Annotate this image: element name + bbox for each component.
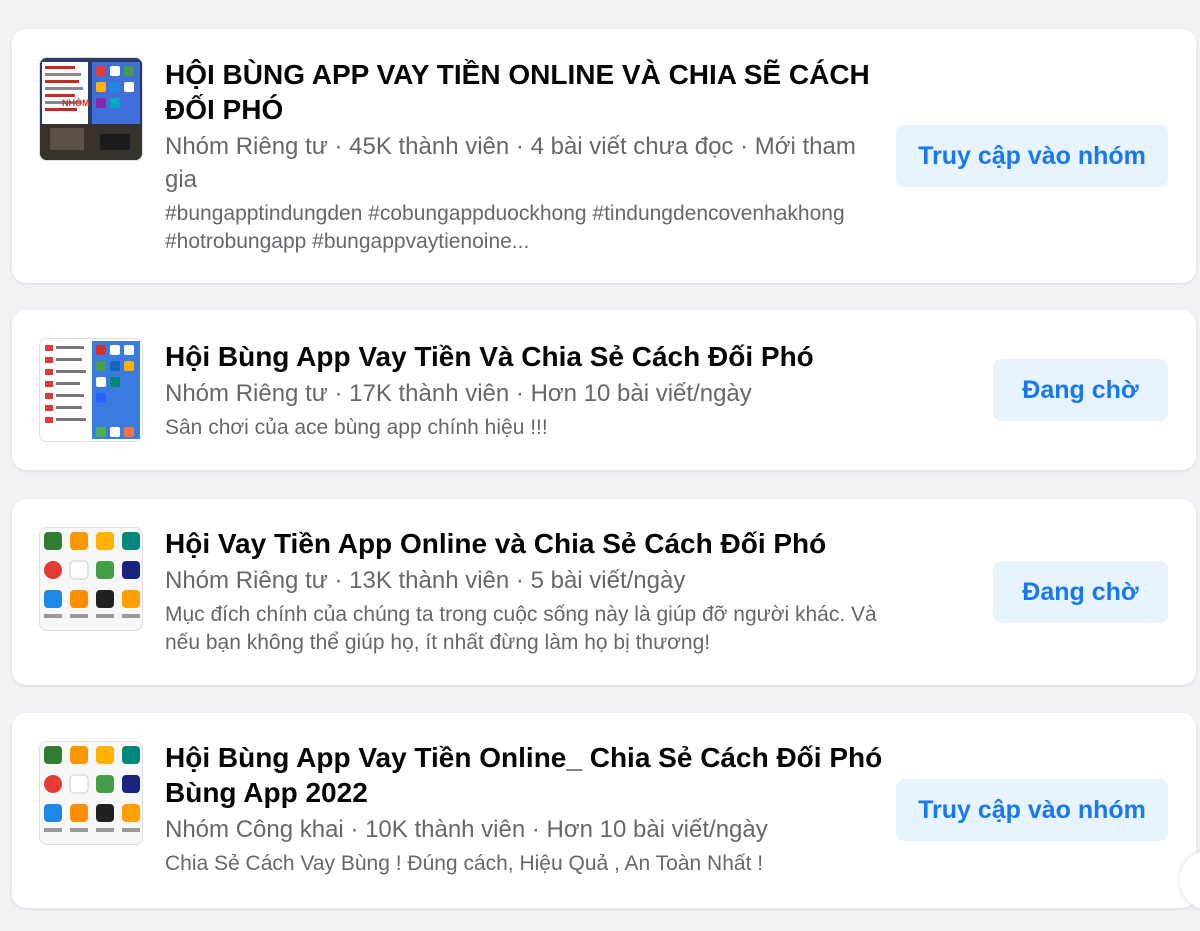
visit-group-button[interactable]: Truy cập vào nhóm [896, 125, 1168, 187]
group-description: Chia Sẻ Cách Vay Bùng ! Đúng cách, Hiệu … [165, 852, 764, 875]
group-title[interactable]: Hội Bùng App Vay Tiền Online_ Chia Sẻ Cá… [165, 740, 885, 810]
group-search-results: NHÓM HỘI BÙNG APP VAY TIỀN ONLINE VÀ CHI… [0, 0, 1200, 931]
pending-button[interactable]: Đang chờ [993, 561, 1168, 623]
group-card[interactable]: NHÓM HỘI BÙNG APP VAY TIỀN ONLINE VÀ CHI… [12, 29, 1196, 283]
group-info: Hội Bùng App Vay Tiền Và Chia Sẻ Cách Đố… [165, 339, 885, 442]
phone-screenshot-thumbnail-icon: NHÓM [40, 58, 142, 160]
visit-group-button[interactable]: Truy cập vào nhóm [896, 779, 1168, 841]
group-card[interactable]: Hội Bùng App Vay Tiền Và Chia Sẻ Cách Đố… [12, 310, 1196, 470]
group-thumbnail[interactable]: NHÓM [39, 57, 143, 161]
app-grid-thumbnail-icon [40, 742, 142, 844]
group-title[interactable]: Hội Vay Tiền App Online và Chia Sẻ Cách … [165, 526, 885, 561]
group-meta: Nhóm Công khai · 10K thành viên · Hơn 10… [165, 816, 768, 843]
group-meta: Nhóm Riêng tư · 17K thành viên · Hơn 10 … [165, 380, 752, 407]
group-meta: Nhóm Riêng tư · 45K thành viên · 4 bài v… [165, 133, 856, 193]
group-description: Sân chơi của ace bùng app chính hiệu !!! [165, 416, 548, 439]
group-title[interactable]: HỘI BÙNG APP VAY TIỀN ONLINE VÀ CHIA SẼ … [165, 57, 885, 127]
app-grid-thumbnail-icon [40, 528, 142, 630]
phone-screenshot-thumbnail-icon [40, 339, 142, 441]
group-card[interactable]: Hội Bùng App Vay Tiền Online_ Chia Sẻ Cá… [12, 713, 1196, 908]
group-description: #bungapptindungden #cobungappduockhong #… [165, 202, 845, 253]
group-card[interactable]: Hội Vay Tiền App Online và Chia Sẻ Cách … [12, 499, 1196, 685]
group-thumbnail[interactable] [39, 338, 143, 442]
group-title[interactable]: Hội Bùng App Vay Tiền Và Chia Sẻ Cách Đố… [165, 339, 885, 374]
group-meta: Nhóm Riêng tư · 13K thành viên · 5 bài v… [165, 567, 686, 594]
svg-text:NHÓM: NHÓM [62, 97, 90, 108]
group-thumbnail[interactable] [39, 527, 143, 631]
group-thumbnail[interactable] [39, 741, 143, 845]
group-info: Hội Vay Tiền App Online và Chia Sẻ Cách … [165, 526, 885, 657]
group-info: Hội Bùng App Vay Tiền Online_ Chia Sẻ Cá… [165, 740, 885, 878]
pending-button[interactable]: Đang chờ [993, 359, 1168, 421]
group-description: Mục đích chính của chúng ta trong cuộc s… [165, 603, 877, 654]
group-info: HỘI BÙNG APP VAY TIỀN ONLINE VÀ CHIA SẼ … [165, 57, 885, 256]
